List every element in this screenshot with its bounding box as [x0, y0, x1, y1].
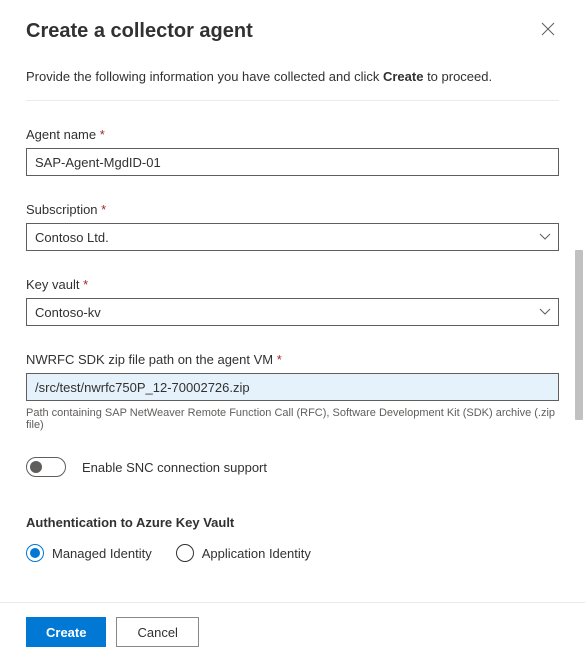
sdk-path-hint: Path containing SAP NetWeaver Remote Fun…	[26, 407, 559, 431]
auth-radio-group: Managed Identity Application Identity	[26, 544, 559, 562]
radio-managed-identity[interactable]: Managed Identity	[26, 544, 152, 562]
field-key-vault: Key vault * Contoso-kv	[26, 277, 559, 326]
subscription-label: Subscription *	[26, 202, 559, 217]
snc-toggle-row: Enable SNC connection support	[26, 457, 559, 477]
field-sdk-path: NWRFC SDK zip file path on the agent VM …	[26, 352, 559, 431]
radio-managed-label: Managed Identity	[52, 546, 152, 561]
snc-toggle-label: Enable SNC connection support	[82, 460, 267, 475]
scrollbar-track[interactable]	[571, 60, 585, 600]
sdk-path-input[interactable]	[26, 373, 559, 401]
scrollbar-thumb[interactable]	[575, 250, 583, 420]
required-mark: *	[83, 277, 88, 292]
required-mark: *	[101, 202, 106, 217]
radio-application-label: Application Identity	[202, 546, 311, 561]
subscription-select[interactable]: Contoso Ltd.	[26, 223, 559, 251]
auth-section-title: Authentication to Azure Key Vault	[26, 515, 559, 530]
key-vault-select[interactable]: Contoso-kv	[26, 298, 559, 326]
key-vault-label: Key vault *	[26, 277, 559, 292]
required-mark: *	[277, 352, 282, 367]
snc-toggle[interactable]	[26, 457, 66, 477]
field-subscription: Subscription * Contoso Ltd.	[26, 202, 559, 251]
required-mark: *	[100, 127, 105, 142]
radio-application-identity[interactable]: Application Identity	[176, 544, 311, 562]
sdk-path-label: NWRFC SDK zip file path on the agent VM …	[26, 352, 559, 367]
cancel-button[interactable]: Cancel	[116, 617, 198, 647]
radio-icon	[26, 544, 44, 562]
agent-name-label: Agent name *	[26, 127, 559, 142]
create-button[interactable]: Create	[26, 617, 106, 647]
close-button[interactable]	[537, 18, 559, 45]
field-agent-name: Agent name *	[26, 127, 559, 176]
dialog-content: Provide the following information you ha…	[0, 53, 585, 593]
close-icon	[541, 22, 555, 36]
dialog-title: Create a collector agent	[26, 20, 253, 43]
dialog-footer: Create Cancel	[0, 602, 585, 661]
radio-icon	[176, 544, 194, 562]
toggle-knob	[30, 461, 42, 473]
intro-text: Provide the following information you ha…	[26, 69, 559, 101]
dialog-header: Create a collector agent	[0, 0, 585, 53]
agent-name-input[interactable]	[26, 148, 559, 176]
